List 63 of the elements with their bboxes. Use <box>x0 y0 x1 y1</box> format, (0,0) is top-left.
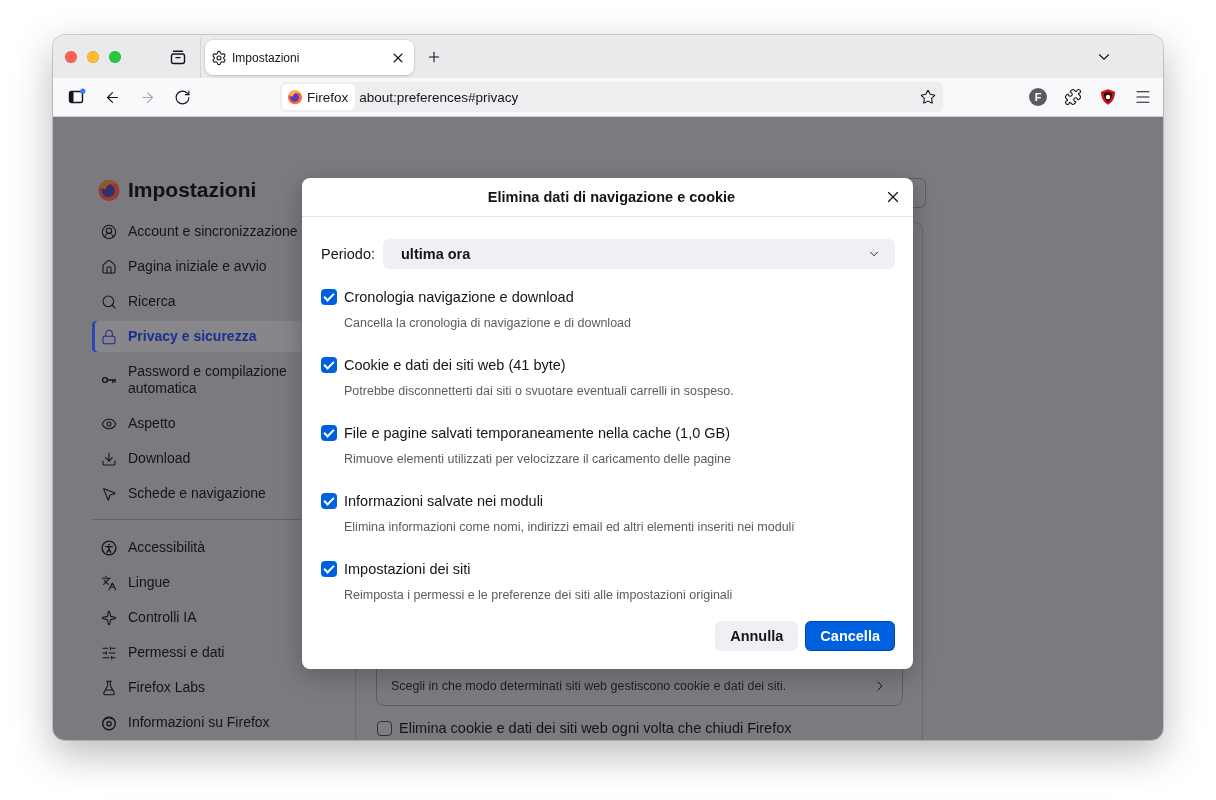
accessibility-icon <box>101 539 117 556</box>
sidebar-item[interactable]: Lingue <box>92 567 302 598</box>
pointer-icon <box>101 485 117 502</box>
sidebar-item[interactable]: Account e sincronizzazione <box>92 216 302 247</box>
option-description: Elimina informazioni come nomi, indirizzi email ed altri elementi inseriti nei moduli <box>344 519 796 535</box>
star-icon[interactable] <box>920 89 936 105</box>
checkbox[interactable] <box>377 720 392 736</box>
period-label: Periodo: <box>321 246 375 262</box>
home-icon <box>101 258 117 275</box>
sidebar-item[interactable]: Password e compilazione automatica <box>92 356 302 404</box>
sidebar-item[interactable]: Schede e navigazione <box>92 478 302 509</box>
close-button[interactable] <box>65 50 77 63</box>
sidebar-item[interactable]: Firefox Labs <box>92 672 302 703</box>
sliders-icon <box>101 644 117 661</box>
app-logo-icon <box>101 714 117 731</box>
tab[interactable]: Impostazioni <box>205 40 414 75</box>
option-description: Reimposta i permessi e le preferenze dei siti alle impostazioni originali <box>344 587 734 603</box>
checkbox[interactable] <box>321 425 337 441</box>
page-title: Impostazioni <box>128 178 257 202</box>
lock-icon <box>101 328 117 345</box>
sidebar-item[interactable]: Controlli IA <box>92 602 302 633</box>
sidebar-item[interactable]: Privacy e sicurezza <box>92 321 302 352</box>
checkbox-label[interactable]: Elimina cookie e dati dei siti web ogni volta che chiudi Firefox <box>399 720 792 736</box>
dialog-title: Elimina dati di navigazione e cookie <box>487 189 736 205</box>
option-description: Cancella la cronologia di navigazione e di download <box>344 315 632 331</box>
sidebar-icon[interactable] <box>68 88 86 106</box>
checkbox[interactable] <box>321 289 337 305</box>
identity-chip[interactable]: Firefox <box>282 84 356 110</box>
checkbox-label[interactable]: Informazioni salvate nei moduli <box>344 493 544 509</box>
checkbox[interactable] <box>321 561 337 577</box>
option-description: Potrebbe disconnetterti dai siti o svuotare eventuali carrelli in sospeso. <box>344 383 735 399</box>
option-description: Rimuove elementi utilizzati per velocizzare il caricamento delle pagine <box>344 451 732 467</box>
settings-icon <box>211 49 227 66</box>
puzzle-icon[interactable] <box>1064 88 1082 106</box>
translate-icon <box>101 574 117 591</box>
reload-icon[interactable] <box>174 88 191 106</box>
flask-icon <box>101 679 117 696</box>
sidebar-item[interactable]: Pagina iniziale e avvio <box>92 251 302 282</box>
sidebar-item[interactable]: Ricerca <box>92 286 302 317</box>
confirm-button[interactable]: Cancella <box>805 621 895 651</box>
sidebar-item[interactable]: Accessibilità <box>92 532 302 563</box>
checkbox[interactable] <box>321 493 337 509</box>
shield-icon[interactable] <box>1099 88 1117 106</box>
menu-icon[interactable] <box>1134 88 1152 106</box>
checkbox-label[interactable]: File e pagine salvati temporaneamente nella cache (1,0 GB) <box>344 425 731 441</box>
profile-avatar[interactable]: F <box>1029 88 1047 106</box>
checkbox-label[interactable]: Impostazioni dei siti <box>344 561 471 577</box>
app-logo-icon <box>287 89 303 105</box>
account-icon <box>101 223 117 240</box>
cancel-button[interactable]: Annulla <box>715 621 799 651</box>
period-select[interactable]: ultima ora <box>383 239 895 269</box>
checkbox-label[interactable]: Cronologia navigazione e download <box>344 289 574 305</box>
sidebar-item[interactable]: Permessi e dati <box>92 637 302 668</box>
download-icon <box>101 450 117 467</box>
checkbox-label[interactable]: Cookie e dati dei siti web (41 byte) <box>344 357 566 373</box>
sparkle-icon <box>101 609 117 626</box>
checkbox[interactable] <box>321 357 337 373</box>
address-bar[interactable]: Firefox about:preferences#privacy <box>280 82 943 112</box>
sidebar-item[interactable]: Informazioni su Firefox <box>92 707 302 738</box>
sidebar-item[interactable]: Aspetto <box>92 408 302 439</box>
search-icon <box>101 293 117 310</box>
sidebar-item[interactable]: Download <box>92 443 302 474</box>
app-logo-icon <box>97 178 121 202</box>
